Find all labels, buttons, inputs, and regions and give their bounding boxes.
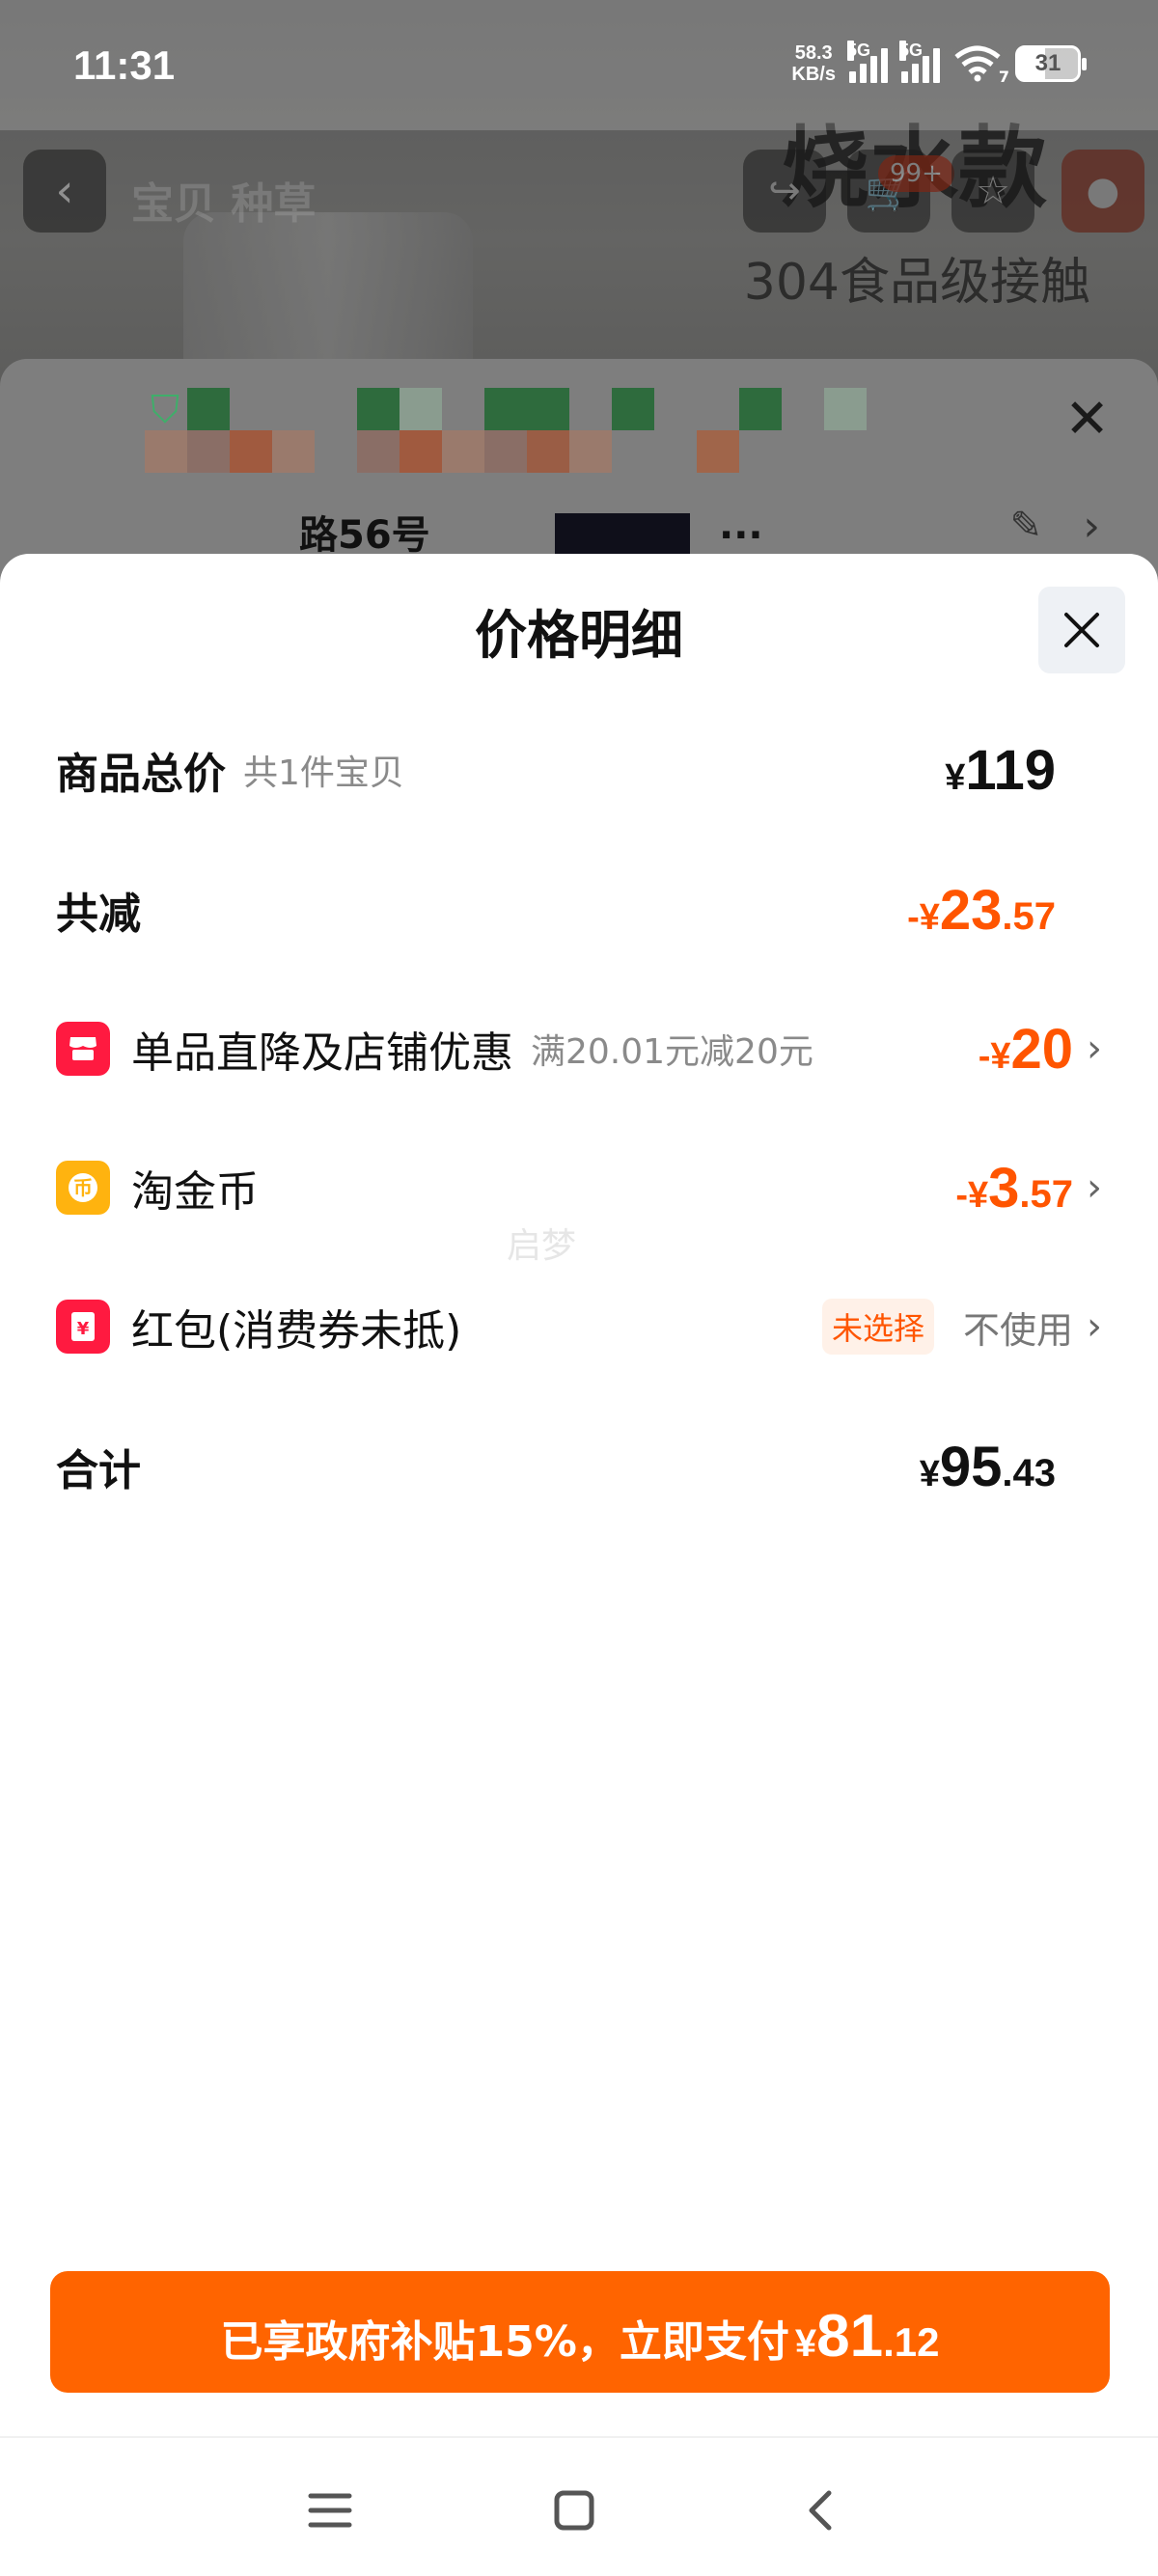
unselected-tag: 未选择 xyxy=(821,1299,934,1355)
address-fragment-2: ... xyxy=(719,504,763,548)
total-label: 合计 xyxy=(56,1446,141,1495)
shop-discount-row[interactable]: 单品直降及店铺优惠 满20.01元减20元 - ¥ 20 › xyxy=(56,1010,1102,1087)
shop-discount-amount: - ¥ 20 xyxy=(978,1017,1073,1081)
shield-icon: ⛉ xyxy=(151,388,179,432)
sheet-title: 价格明细 xyxy=(475,605,683,666)
svg-text:¥: ¥ xyxy=(77,1319,90,1339)
address-fragment: 路56号 xyxy=(299,513,430,558)
red-packet-value: 不使用 xyxy=(962,1308,1073,1352)
menu-icon[interactable] xyxy=(296,2477,364,2544)
coins-label: 淘金币 xyxy=(131,1167,259,1217)
subtotal-amount: ¥ 119 xyxy=(945,738,1056,802)
subtotal-label: 商品总价 xyxy=(56,750,226,799)
network-speed: 58.3 KB/s xyxy=(791,42,836,85)
pay-button[interactable]: 已享政府补贴15%，立即支付 ¥ 81 .12 xyxy=(50,2271,1110,2393)
chevron-right-icon: › xyxy=(1087,1027,1102,1071)
red-packet-label: 红包(消费券未抵) xyxy=(131,1306,462,1356)
coins-amount: - ¥ 3 .57 xyxy=(955,1156,1073,1219)
status-time: 11:31 xyxy=(73,42,176,88)
close-icon xyxy=(1064,613,1099,647)
status-icons: 58.3 KB/s 5G 5G 7 31 xyxy=(791,41,1087,86)
watermark: 启梦 xyxy=(507,1226,577,1266)
chevron-right-icon: › xyxy=(1087,1165,1102,1210)
shop-icon xyxy=(56,1022,110,1076)
total-amount: ¥ 95 .43 xyxy=(919,1435,1056,1498)
pixelated-info xyxy=(145,388,1036,473)
home-icon[interactable] xyxy=(540,2477,608,2544)
wifi-icon: 7 xyxy=(953,45,1009,86)
total-row: 合计 ¥ 95 .43 xyxy=(56,1428,1102,1505)
subtotal-row: 商品总价 共1件宝贝 ¥ 119 xyxy=(56,731,1102,808)
total-discount-amount: - ¥ 23 .57 xyxy=(907,878,1056,942)
close-icon[interactable]: ✕ xyxy=(1064,388,1110,451)
red-packet-row[interactable]: ¥ 红包(消费券未抵) 未选择 不使用 › xyxy=(56,1288,1102,1365)
coin-icon: 币 xyxy=(56,1161,110,1215)
back-icon[interactable] xyxy=(786,2477,854,2544)
status-bar: 11:31 58.3 KB/s 5G 5G 7 31 xyxy=(0,0,1158,130)
pay-button-text: 已享政府补贴15%，立即支付 xyxy=(220,2317,789,2367)
signal-icon: 5G xyxy=(899,41,940,83)
system-navigation-bar xyxy=(0,2436,1158,2576)
svg-text:币: 币 xyxy=(73,1176,93,1199)
total-discount-label: 共减 xyxy=(56,890,141,939)
edit-icon[interactable]: ✎ xyxy=(1009,504,1042,548)
subtotal-count: 共1件宝贝 xyxy=(243,754,404,793)
chevron-right-icon[interactable]: › xyxy=(1083,502,1100,551)
chevron-right-icon: › xyxy=(1087,1304,1102,1349)
red-packet-icon: ¥ xyxy=(56,1300,110,1354)
signal-icon: 5G xyxy=(847,41,888,83)
total-discount-row: 共减 - ¥ 23 .57 xyxy=(56,871,1102,948)
coins-row[interactable]: 币 淘金币 - ¥ 3 .57 › xyxy=(56,1149,1102,1226)
shop-discount-rule: 满20.01元减20元 xyxy=(531,1032,813,1072)
battery-icon: 31 xyxy=(1015,45,1087,82)
red-packet-status: 未选择 不使用 xyxy=(821,1299,1073,1355)
shop-discount-label: 单品直降及店铺优惠 xyxy=(131,1028,513,1078)
close-button[interactable] xyxy=(1038,587,1125,673)
